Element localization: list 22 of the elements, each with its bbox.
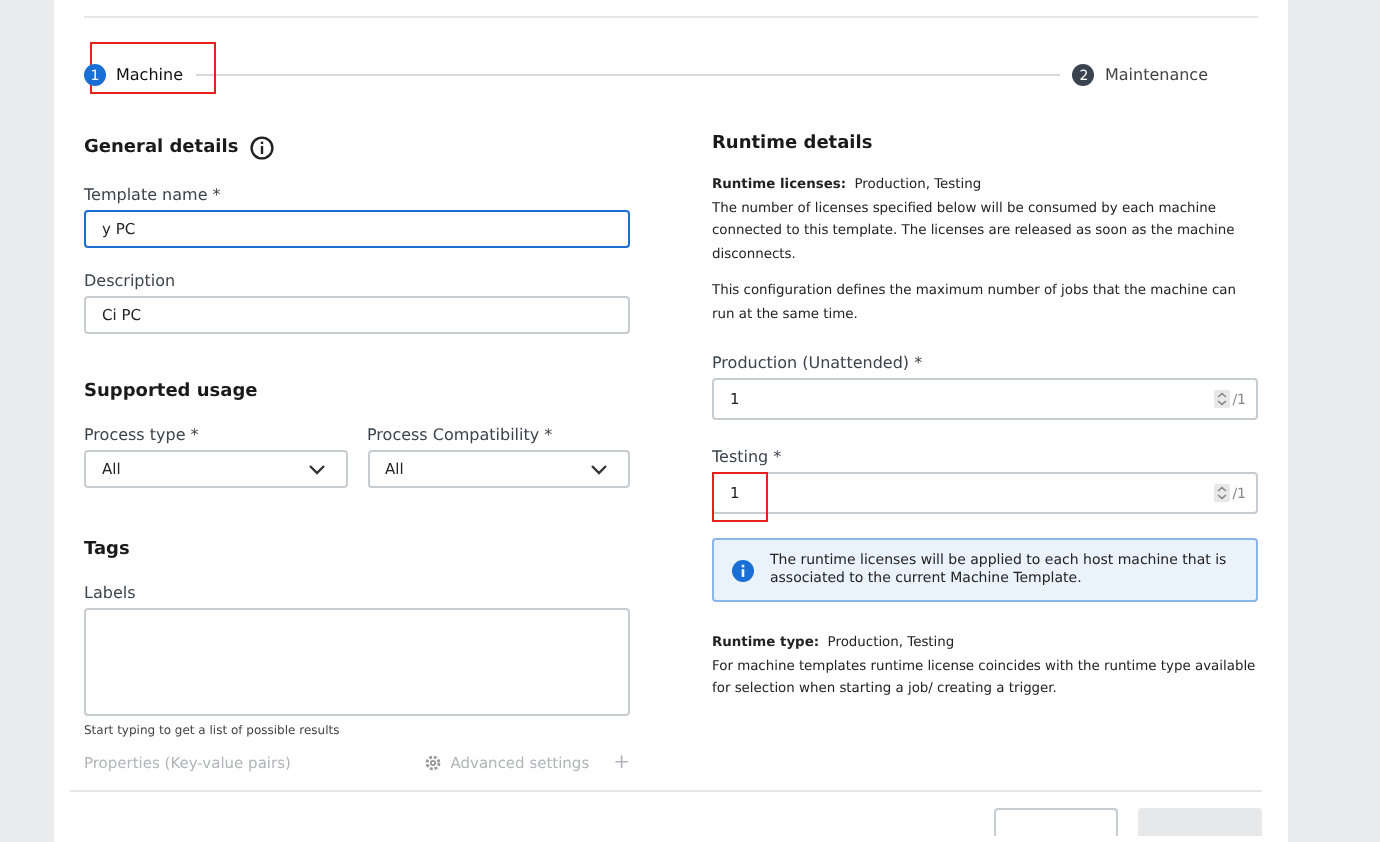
spinner-icon[interactable] (1214, 484, 1231, 502)
field-label: Description (84, 272, 178, 290)
section-title: Runtime details (712, 134, 875, 158)
field-label: Labels (84, 584, 138, 602)
chevron-down-icon (307, 463, 325, 475)
field-label: Testing * (712, 448, 784, 466)
footer-button[interactable] (994, 808, 1118, 836)
step-label[interactable]: Maintenance (1104, 66, 1208, 84)
info-icon[interactable] (250, 136, 275, 160)
field-label: Template name * (84, 186, 223, 204)
labels-field[interactable] (84, 608, 630, 716)
section-title: Tags (84, 540, 132, 560)
field-label: Process type * (84, 426, 201, 444)
field-label: Process Compatibility * (367, 426, 555, 444)
field-label: Production (Unattended) * (712, 354, 925, 372)
section-title: General details (84, 138, 239, 158)
step-label[interactable]: Machine (116, 66, 183, 84)
section-title: Supported usage (84, 382, 260, 402)
spinner-icon[interactable] (1214, 390, 1231, 408)
info-icon (732, 559, 754, 581)
gear-icon[interactable] (424, 754, 443, 772)
chevron-down-icon (590, 463, 608, 475)
